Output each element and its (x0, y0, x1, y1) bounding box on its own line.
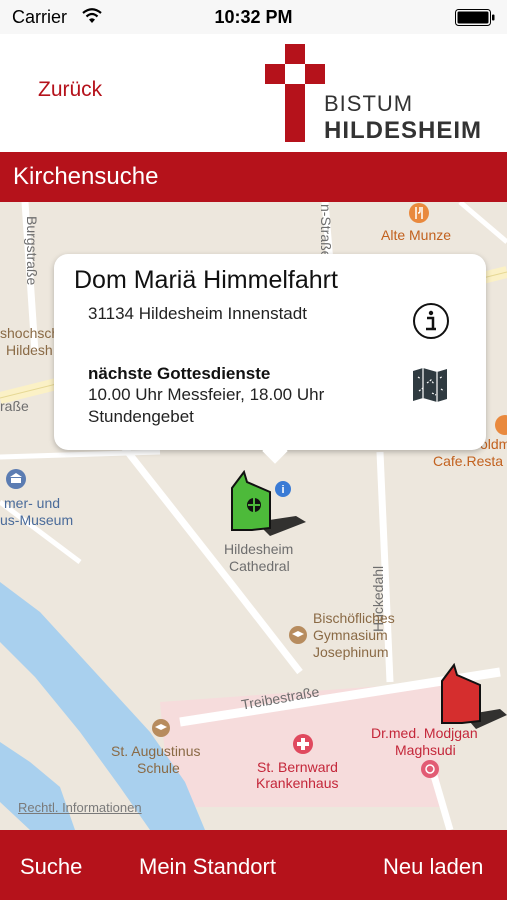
app-header: Zurück BISTUM HILDESHEIM (0, 34, 507, 152)
back-button[interactable]: Zurück (38, 78, 102, 102)
church-pin[interactable] (440, 663, 507, 735)
church-pin-selected[interactable] (230, 470, 310, 542)
map-label-hochschule-2: Hildesh (6, 342, 53, 358)
map-label-augustinus-2: Schule (137, 760, 180, 776)
map-label-cathedral-1: Hildesheim (224, 541, 294, 557)
info-icon[interactable] (412, 302, 450, 340)
map-label-gymnasium-2: Gymnasium (313, 627, 388, 643)
services-text: 10.00 Uhr Messfeier, 18.00 Uhr Stundenge… (88, 385, 325, 426)
map-label-krankenhaus-1: St. Bernward (257, 759, 338, 775)
map-label-strasse: raße (0, 398, 29, 414)
logo-text-hildesheim: HILDESHEIM (324, 117, 483, 144)
map-label-gymnasium-3: Josephinum (313, 644, 389, 660)
church-callout[interactable]: Dom Mariä Himmelfahrt 31134 Hildesheim I… (54, 254, 486, 464)
map-icon[interactable] (410, 365, 450, 405)
legal-info-link[interactable]: Rechtl. Informationen (18, 800, 142, 815)
school-icon-2 (152, 719, 170, 737)
map-label-burgstrasse: Burgstraße (24, 216, 40, 286)
search-button[interactable]: Suche (20, 854, 82, 880)
map-label-doctor-2: Maghsudi (395, 742, 456, 758)
school-icon (289, 626, 307, 644)
map-label-alte-munze: Alte Munze (381, 227, 452, 243)
map-label-gymnasium-1: Bischöfliches (313, 610, 395, 626)
restaurant-icon (409, 203, 429, 223)
logo-text-bistum: BISTUM (324, 91, 414, 116)
church-name: Dom Mariä Himmelfahrt (74, 266, 338, 294)
map-label-museum-2: us-Museum (0, 512, 74, 528)
map-label-cafe: Cafe.Resta (433, 453, 504, 469)
services-heading: nächste Gottesdienste (88, 364, 271, 383)
map-label-hochschule-1: shochsch (0, 325, 60, 341)
battery-icon (455, 9, 495, 26)
cafe-icon (495, 415, 507, 435)
cross-logo-icon (265, 44, 325, 142)
page-title: Kirchensuche (13, 163, 159, 190)
reload-button[interactable]: Neu laden (383, 854, 483, 880)
status-bar: Carrier 10:32 PM (0, 0, 507, 34)
map-label-cathedral-2: Cathedral (229, 558, 290, 574)
my-location-button[interactable]: Mein Standort (139, 854, 276, 880)
bottom-toolbar: Suche Mein Standort Neu laden (0, 830, 507, 900)
church-address: 31134 Hildesheim Innenstadt (88, 304, 307, 323)
map-label-n-strasse: n-Straße (318, 204, 334, 259)
hospital-icon (293, 734, 313, 754)
museum-icon (6, 469, 26, 489)
map-label-augustinus-1: St. Augustinus (111, 743, 201, 759)
map-label-krankenhaus-2: Krankenhaus (256, 775, 339, 791)
clock: 10:32 PM (214, 7, 293, 27)
section-title-bar: Kirchensuche (0, 152, 507, 202)
medical-icon (421, 760, 439, 778)
map-view[interactable]: Burgstraße n-Straße Alte Munze shochsch … (0, 202, 507, 830)
map-label-museum-1: mer- und (4, 495, 61, 511)
